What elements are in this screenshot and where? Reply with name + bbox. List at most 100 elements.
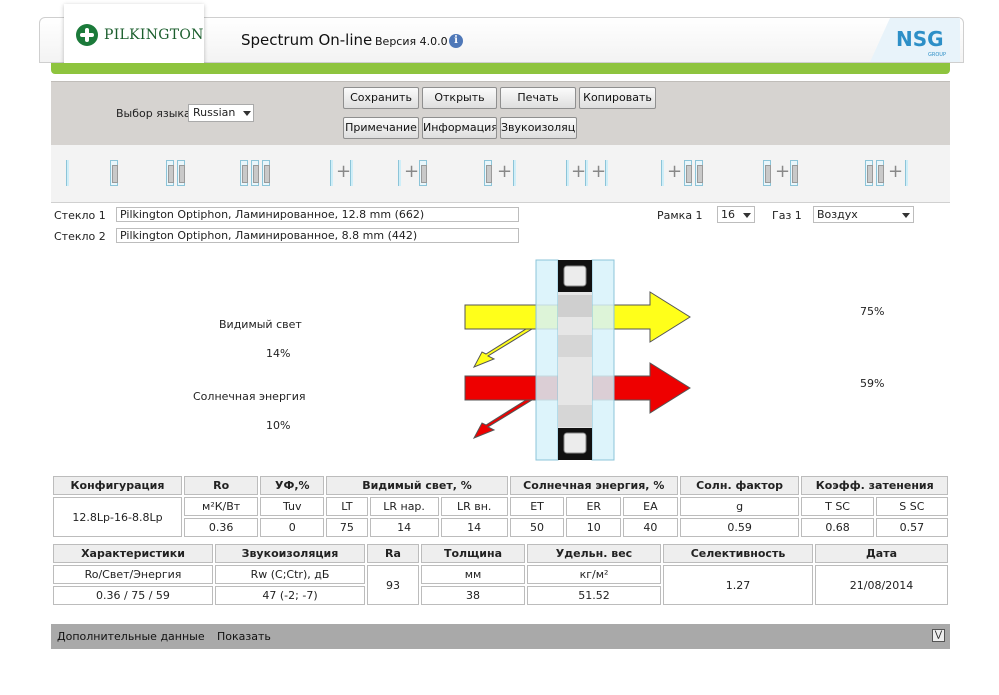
nsg-logo-text: NSG [896,27,944,51]
value-characteristics: 0.36 / 75 / 59 [53,586,213,605]
solar-energy-reflection: 10% [266,419,291,432]
app-version: Версия 4.0.0 [375,35,448,48]
glass-pane-icon [684,160,692,186]
language-label: Выбор языка [116,107,191,120]
glass-pane-icon [177,160,185,186]
header-visible-light: Видимый свет, % [326,476,508,495]
config-double-glazing[interactable]: + [330,160,356,186]
chevron-down-icon [243,111,251,116]
header-thickness: Толщина [421,544,525,563]
plus-icon: + [775,161,791,182]
chevron-down-icon [902,213,910,218]
header-specific-weight: Удельн. вес [527,544,661,563]
config-double-glazing-lam-inner[interactable]: + [398,160,432,186]
unit-lt: LT [326,497,368,516]
config-triple-glazing-lam[interactable]: + [763,160,811,186]
glass2-field[interactable]: Pilkington Optiphon, Ламинированное, 8.8… [116,228,519,243]
glass-pane-icon [585,160,588,186]
value-tuv: 0 [260,518,325,537]
info-button[interactable]: Информация [422,117,497,139]
show-link[interactable]: Показать [217,630,271,643]
glass-pane-icon [661,160,664,186]
config-double-glazing-2lam-inner[interactable]: + [661,160,709,186]
glass-pane-icon [484,160,492,186]
config-double-laminated[interactable] [166,160,190,186]
value-sound-insulation: 47 (-2; -7) [215,586,365,605]
glass-pane-icon [330,160,333,186]
config-double-glazing-lam-outer[interactable]: + [484,160,518,186]
config-single-glass[interactable] [66,160,72,186]
value-ssc: 0.57 [875,518,948,537]
glass-pane-icon [876,160,884,186]
save-button[interactable]: Сохранить [343,87,419,109]
pilkington-emblem-icon [76,24,98,46]
frame-value: 16 [721,208,735,221]
copy-button[interactable]: Копировать [579,87,656,109]
glass-pane-icon [262,160,270,186]
plus-icon: + [888,161,904,182]
value-ro: 0.36 [183,518,259,537]
glass-pane-icon [66,160,69,186]
config-triple-laminated[interactable] [240,160,276,186]
glass-pane-icon [398,160,401,186]
plus-icon: + [497,161,513,182]
double-chevron-down-icon[interactable]: ⋁ [932,629,945,642]
open-button[interactable]: Открыть [422,87,497,109]
unit-ea: EA [623,497,678,516]
glass-pane-icon [166,160,174,186]
info-icon[interactable]: i [449,34,463,48]
print-button[interactable]: Печать [500,87,576,109]
header-ra: Ra [367,544,419,563]
header-configuration: Конфигурация [53,476,182,495]
glass1-field[interactable]: Pilkington Optiphon, Ламинированное, 12.… [116,207,519,222]
glass-pane-icon [763,160,771,186]
visible-light-transmission: 75% [860,305,885,318]
gas-value: Воздух [817,208,858,221]
results-table: Конфигурация Ro УФ,% Видимый свет, % Сол… [51,474,950,539]
language-select[interactable]: Russian [188,104,254,122]
plus-icon: + [336,161,352,182]
sound-insulation-button[interactable]: Звукоизоляци [500,117,577,139]
header-characteristics: Характеристики [53,544,213,563]
chevron-down-icon [743,213,751,218]
accent-bar [51,63,950,74]
value-tsc: 0.68 [801,518,874,537]
outer-glass-pane [535,259,559,461]
plus-icon: + [591,161,607,182]
glass-pane-icon [695,160,703,186]
gas-select[interactable]: Воздух [813,206,914,223]
note-button[interactable]: Примечание [343,117,419,139]
glass-pane-icon [605,160,608,186]
glass-pane-icon [790,160,798,186]
plus-icon: + [571,161,587,182]
header-selectivity: Селективность [663,544,813,563]
config-single-laminated[interactable] [110,160,122,186]
glass-pane-icon [251,160,259,186]
additional-data-label: Дополнительные данные [57,630,205,643]
frame-label: Рамка 1 [657,209,703,222]
glass-pane-icon [110,160,118,186]
gas-label: Газ 1 [772,209,802,222]
unit-er: ER [566,497,622,516]
visible-light-reflection: 14% [266,347,291,360]
glass-pane-icon [566,160,569,186]
frame-select[interactable]: 16 [717,206,755,223]
unit-sound-insulation: Rw (C;Ctr), дБ [215,565,365,584]
config-triple-glazing[interactable]: + + [566,160,610,186]
logo-text: PILKINGTON [104,27,204,43]
pilkington-logo: PILKINGTON [64,4,204,66]
value-lr-in: 14 [440,518,508,537]
app-title: Spectrum On-line [241,31,373,49]
value-date: 21/08/2014 [815,565,948,605]
solar-energy-transmission: 59% [860,377,885,390]
value-thickness: 38 [421,586,525,605]
visible-light-label: Видимый свет [219,318,302,331]
unit-specific-weight: кг/м² [527,565,661,584]
config-double-glazing-2lam-outer[interactable]: + [865,160,911,186]
value-er: 10 [566,518,622,537]
unit-tuv: Tuv [260,497,325,516]
glass-pane-icon [513,160,516,186]
glass2-label: Стекло 2 [54,230,106,243]
value-selectivity: 1.27 [663,565,813,605]
unit-ssc: S SC [875,497,948,516]
